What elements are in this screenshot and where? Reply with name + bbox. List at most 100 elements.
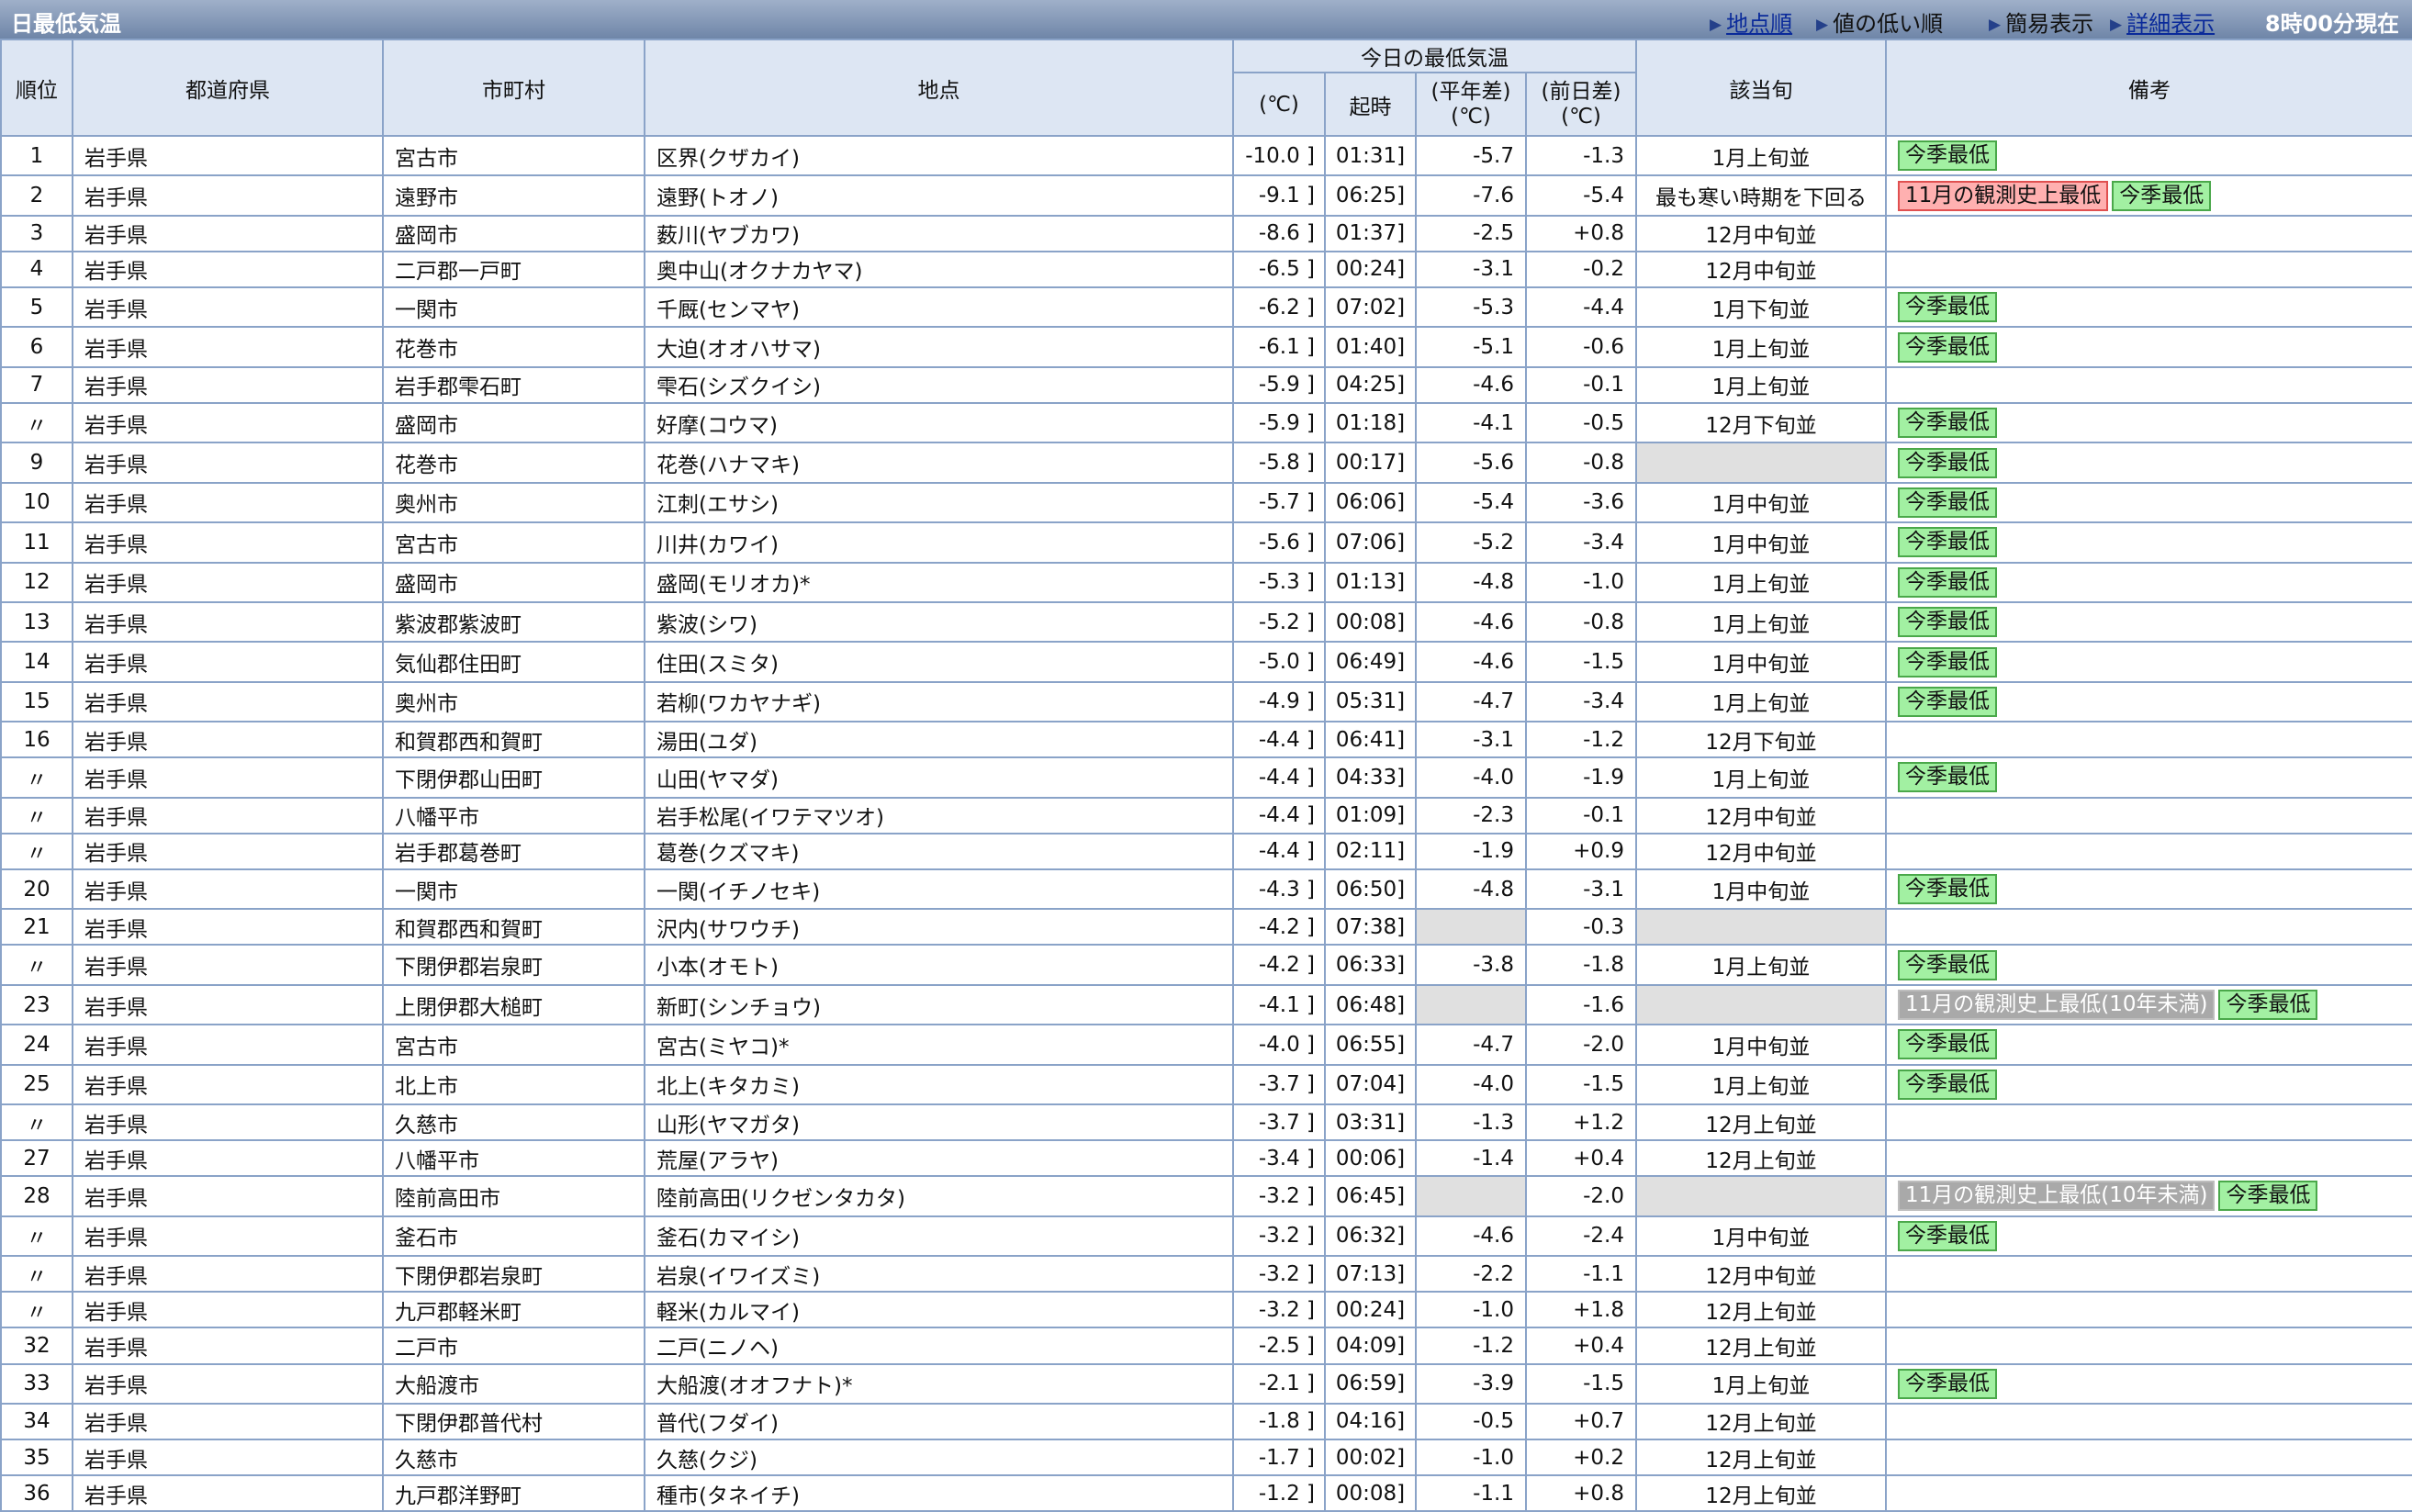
cell-prev-diff: -1.2: [1525, 721, 1637, 759]
cell-temp: -4.4 ]: [1232, 756, 1326, 799]
table-row: 2 岩手県 遠野市 遠野(トオノ) -9.1 ] 06:25] -7.6 -5.4 最も寒い時期…: [0, 174, 2412, 217]
cell-temp: -6.5 ]: [1232, 250, 1326, 289]
cell-normal-diff: -5.1: [1415, 326, 1527, 368]
cell-time: 06:59]: [1324, 1362, 1417, 1405]
cell-period: 最も寒い時期を下回る: [1635, 174, 1887, 217]
cell-prefecture: 岩手県: [72, 1175, 384, 1217]
cell-notes: 今季最低: [1885, 1215, 2412, 1258]
cell-prefecture: 岩手県: [72, 1439, 384, 1477]
nav-sort-by-station[interactable]: ▶ 地点順: [1710, 6, 1792, 38]
cell-time: 04:16]: [1324, 1402, 1417, 1441]
cell-notes: 今季最低: [1885, 756, 2412, 799]
cell-time: 06:48]: [1324, 983, 1417, 1026]
table-row: 24 岩手県 宮古市 宮古(ミヤコ)* -4.0 ] 06:55] -4.7 -2.0 1月中旬…: [0, 1024, 2412, 1066]
cell-notes: [1885, 214, 2412, 252]
cell-prev-diff: -1.5: [1525, 1063, 1637, 1106]
cell-normal-diff: -1.2: [1415, 1327, 1527, 1365]
cell-period: 1月上旬並: [1635, 680, 1887, 723]
title-bar: 日最低気温 ▶ 地点順 ▶ 値の低い順 ▶ 簡易表示 ▶ 詳細表示 8時00分現在: [0, 0, 2412, 39]
cell-rank: 12: [0, 561, 73, 603]
cell-prev-diff: -1.5: [1525, 641, 1637, 683]
cell-city: 下閉伊郡岩泉町: [382, 944, 645, 986]
cell-temp: -6.1 ]: [1232, 326, 1326, 368]
cell-normal-diff: -3.8: [1415, 944, 1527, 986]
cell-time: 06:32]: [1324, 1215, 1417, 1258]
cell-temp: -5.7 ]: [1232, 481, 1326, 524]
cell-prefecture: 岩手県: [72, 1474, 384, 1512]
cell-normal-diff: -3.9: [1415, 1362, 1527, 1405]
cell-temp: -2.1 ]: [1232, 1362, 1326, 1405]
cell-rank: 34: [0, 1402, 73, 1441]
cell-station: 岩手松尾(イワテマツオ): [644, 796, 1234, 834]
cell-normal-diff: -1.9: [1415, 832, 1527, 870]
cell-station: 沢内(サワウチ): [644, 908, 1234, 946]
cell-station: 山田(ヤマダ): [644, 756, 1234, 799]
cell-city: 宮古市: [382, 134, 645, 177]
cell-prev-diff: +0.2: [1525, 1439, 1637, 1477]
cell-period: [1635, 1175, 1887, 1217]
col-prev-diff: (前日差)(℃): [1525, 72, 1637, 137]
cell-city: 花巻市: [382, 326, 645, 368]
cell-period: 12月上旬並: [1635, 1327, 1887, 1365]
cell-prefecture: 岩手県: [72, 868, 384, 911]
cell-time: 00:02]: [1324, 1439, 1417, 1477]
cell-rank: 10: [0, 481, 73, 524]
cell-temp: -10.0 ]: [1232, 134, 1326, 177]
col-station: 地点: [644, 39, 1234, 137]
cell-rank: 〃: [0, 832, 73, 870]
cell-temp: -4.1 ]: [1232, 983, 1326, 1026]
cell-station: 好摩(コウマ): [644, 401, 1234, 444]
cell-prev-diff: -1.9: [1525, 756, 1637, 799]
cell-prev-diff: -2.4: [1525, 1215, 1637, 1258]
cell-city: 花巻市: [382, 442, 645, 484]
cell-city: 九戸郡洋野町: [382, 1474, 645, 1512]
table-row: 14 岩手県 気仙郡住田町 住田(スミタ) -5.0 ] 06:49] -4.6 -1.5 1月…: [0, 641, 2412, 683]
cell-temp: -8.6 ]: [1232, 214, 1326, 252]
cell-city: 久慈市: [382, 1103, 645, 1142]
cell-rank: 16: [0, 721, 73, 759]
cell-period: 1月上旬並: [1635, 561, 1887, 603]
cell-period: 1月中旬並: [1635, 641, 1887, 683]
cell-city: 八幡平市: [382, 796, 645, 834]
cell-period: 1月中旬並: [1635, 868, 1887, 911]
cell-period: 1月中旬並: [1635, 1215, 1887, 1258]
season-lowest-badge: 今季最低: [1898, 762, 1997, 793]
cell-prev-diff: -1.0: [1525, 561, 1637, 603]
cell-time: 00:17]: [1324, 442, 1417, 484]
cell-rank: 35: [0, 1439, 73, 1477]
cell-time: 01:37]: [1324, 214, 1417, 252]
cell-station: 久慈(クジ): [644, 1439, 1234, 1477]
season-lowest-badge: 今季最低: [1898, 1220, 1997, 1251]
cell-period: [1635, 908, 1887, 946]
cell-city: 奥州市: [382, 680, 645, 723]
nav-sort-by-station-link[interactable]: 地点順: [1726, 11, 1792, 37]
cell-prev-diff: -0.1: [1525, 365, 1637, 404]
nav-detail-view[interactable]: ▶ 詳細表示: [2110, 6, 2215, 38]
cell-normal-diff: [1415, 908, 1527, 946]
cell-temp: -4.4 ]: [1232, 721, 1326, 759]
table-row: 34 岩手県 下閉伊郡普代村 普代(フダイ) -1.8 ] 04:16] -0.5 +0.7 1…: [0, 1402, 2412, 1441]
cell-prev-diff: +1.2: [1525, 1103, 1637, 1142]
cell-notes: [1885, 1474, 2412, 1512]
cell-temp: -3.2 ]: [1232, 1215, 1326, 1258]
cell-prev-diff: -2.0: [1525, 1024, 1637, 1066]
cell-period: 1月上旬並: [1635, 944, 1887, 986]
table-row: 〃岩手県 八幡平市 岩手松尾(イワテマツオ) -4.4 ] 01:09] -2.3 -0.1…: [0, 796, 2412, 834]
cell-time: 01:31]: [1324, 134, 1417, 177]
cell-temp: -3.2 ]: [1232, 1175, 1326, 1217]
col-group-today-min: 今日の最低気温: [1232, 39, 1637, 73]
cell-time: 00:24]: [1324, 1291, 1417, 1329]
cell-normal-diff: -4.8: [1415, 868, 1527, 911]
cell-station: 薮川(ヤブカワ): [644, 214, 1234, 252]
cell-city: 盛岡市: [382, 401, 645, 444]
cell-city: 八幡平市: [382, 1139, 645, 1178]
cell-station: 大迫(オオハサマ): [644, 326, 1234, 368]
cell-station: 花巻(ハナマキ): [644, 442, 1234, 484]
nav-detail-view-link[interactable]: 詳細表示: [2126, 11, 2215, 37]
cell-city: 一関市: [382, 286, 645, 329]
cell-time: 04:09]: [1324, 1327, 1417, 1365]
cell-normal-diff: -1.0: [1415, 1439, 1527, 1477]
cell-time: 05:31]: [1324, 680, 1417, 723]
cell-time: 02:11]: [1324, 832, 1417, 870]
table-row: 〃岩手県 岩手郡葛巻町 葛巻(クズマキ) -4.4 ] 02:11] -1.9 +0.9 12…: [0, 832, 2412, 870]
